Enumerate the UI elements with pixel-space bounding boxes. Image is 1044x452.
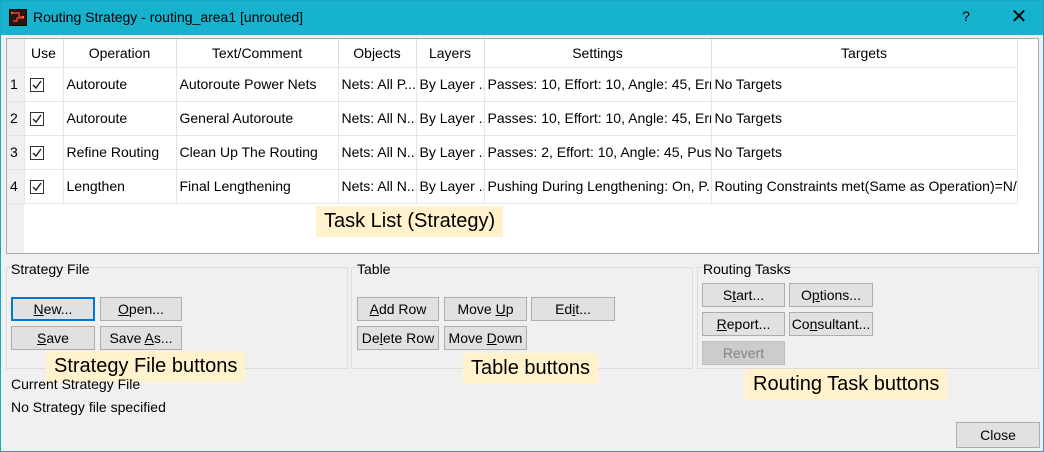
cell-targets[interactable]: Routing Constraints met(Same as Operatio… [711,169,1018,204]
cell-comment[interactable]: Autoroute Power Nets [176,67,339,102]
checkmark-icon [32,80,42,90]
table-label: Table [357,261,391,277]
current-strategy-label: Current Strategy File [11,376,141,392]
cell-objects[interactable]: Nets: All P... [338,67,417,102]
cell-comment[interactable]: Clean Up The Routing [176,135,339,170]
cell-operation[interactable]: Autoroute [63,67,177,102]
checkmark-icon [32,148,42,158]
row-number[interactable]: 1 [7,67,25,102]
checkmark-icon [32,182,42,192]
cell-operation[interactable]: Autoroute [63,101,177,136]
cell-operation[interactable]: Lengthen [63,169,177,204]
task-list[interactable]: Use Operation Text/Comment Objects Layer… [6,38,1039,254]
column-header-comment[interactable]: Text/Comment [176,39,339,68]
cell-settings[interactable]: Passes: 10, Effort: 10, Angle: 45, Err..… [484,101,712,136]
help-button[interactable]: ? [958,8,974,24]
window-title: Routing Strategy - routing_area1 [unrout… [33,9,304,25]
column-header-objects[interactable]: Objects [338,39,417,68]
revert-button[interactable]: Revert [702,341,785,365]
table-row[interactable]: 2 Autoroute General Autoroute Nets: All N..… [7,101,1018,136]
routing-tasks-label: Routing Tasks [703,261,791,277]
cell-use [24,169,64,204]
cell-settings[interactable]: Passes: 10, Effort: 10, Angle: 45, Err..… [484,67,712,102]
column-header-use[interactable]: Use [24,39,64,68]
strategy-file-label: Strategy File [11,261,90,277]
row-number[interactable]: 3 [7,135,25,170]
cell-targets[interactable]: No Targets [711,67,1018,102]
column-header-targets[interactable]: Targets [711,39,1018,68]
report-button[interactable]: Report... [702,312,785,336]
column-header-settings[interactable]: Settings [484,39,712,68]
move-down-button[interactable]: Move Down [444,326,527,350]
cell-layers[interactable]: By Layer ... [416,101,485,136]
title-bar[interactable]: Routing Strategy - routing_area1 [unrout… [1,1,1043,35]
column-header-row: Use Operation Text/Comment Objects Layer… [7,39,1018,68]
add-row-button[interactable]: Add Row [357,297,439,321]
table-row[interactable]: 4 Lengthen Final Lengthening Nets: All N...… [7,169,1018,204]
callout-routing-tasks: Routing Task buttons [745,369,948,400]
current-strategy-value: No Strategy file specified [11,399,166,415]
open-button[interactable]: Open... [100,297,182,321]
cell-objects[interactable]: Nets: All N... [338,101,417,136]
cell-settings[interactable]: Pushing During Lengthening: On, P... [484,169,712,204]
row-number[interactable]: 2 [7,101,25,136]
cell-targets[interactable]: No Targets [711,135,1018,170]
cell-targets[interactable]: No Targets [711,101,1018,136]
cell-settings[interactable]: Passes: 2, Effort: 10, Angle: 45, Push..… [484,135,712,170]
save-button[interactable]: Save [11,326,95,350]
checkmark-icon [32,114,42,124]
cell-layers[interactable]: By Layer ... [416,135,485,170]
cell-comment[interactable]: Final Lengthening [176,169,339,204]
use-checkbox[interactable] [29,112,44,127]
row-number[interactable]: 4 [7,169,25,204]
start-button[interactable]: Start... [702,283,785,307]
close-icon[interactable]: ✕ [1009,4,1029,29]
consultant-button[interactable]: Consultant... [789,312,873,336]
app-icon [9,9,27,26]
cell-use [24,101,64,136]
delete-row-button[interactable]: Delete Row [357,326,439,350]
cell-operation[interactable]: Refine Routing [63,135,177,170]
cell-use [24,67,64,102]
cell-layers[interactable]: By Layer ... [416,67,485,102]
cell-objects[interactable]: Nets: All N... [338,135,417,170]
callout-task-list: Task List (Strategy) [316,206,504,237]
column-header-operation[interactable]: Operation [63,39,177,68]
new-button[interactable]: New... [11,297,95,321]
cell-layers[interactable]: By Layer ... [416,169,485,204]
table-row[interactable]: 3 Refine Routing Clean Up The Routing Nets:… [7,135,1018,170]
edit-button[interactable]: Edit... [531,297,615,321]
move-up-button[interactable]: Move Up [444,297,527,321]
callout-table: Table buttons [463,353,598,384]
table-row[interactable]: 1 Autoroute Autoroute Power Nets Nets: All … [7,67,1018,102]
task-table[interactable]: Use Operation Text/Comment Objects Layer… [7,39,1018,204]
save-as-button[interactable]: Save As... [100,326,182,350]
routing-strategy-window: Routing Strategy - routing_area1 [unrout… [0,0,1044,452]
options-button[interactable]: Options... [789,283,873,307]
close-button[interactable]: Close [956,422,1040,448]
use-checkbox[interactable] [29,146,44,161]
cell-use [24,135,64,170]
use-checkbox[interactable] [29,78,44,93]
column-header-layers[interactable]: Layers [416,39,485,68]
row-number-header [7,39,25,68]
use-checkbox[interactable] [29,180,44,195]
cell-comment[interactable]: General Autoroute [176,101,339,136]
cell-objects[interactable]: Nets: All N... [338,169,417,204]
